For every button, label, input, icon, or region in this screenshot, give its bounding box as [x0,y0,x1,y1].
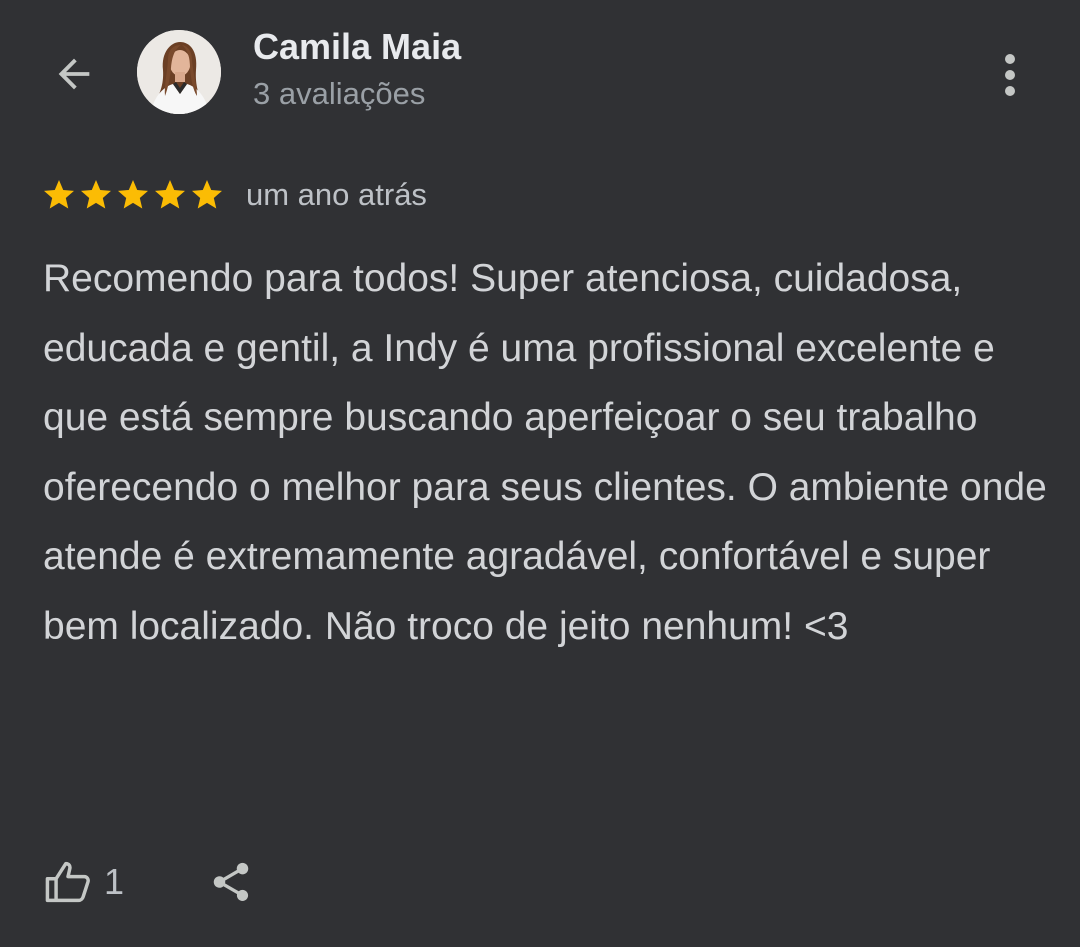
avatar-image [137,30,221,114]
star-icon [118,180,148,209]
action-bar: 1 [42,852,254,912]
star-icon [81,180,111,209]
more-vert-icon [1005,54,1015,96]
star-icon [155,180,185,209]
review-text: Recomendo para todos! Super atenciosa, c… [43,257,1047,648]
thumb-up-icon [45,861,90,903]
arrow-back-icon [58,58,90,90]
reviewer-name[interactable]: Camila Maia [253,24,461,70]
review-count: 3 avaliações [253,76,426,111]
like-count: 1 [104,861,125,902]
review-detail-page: Camila Maia 3 avaliações um ano atrás Re… [0,0,1080,947]
review-time: um ano atrás [246,177,427,212]
share-button[interactable] [208,859,254,905]
avatar[interactable] [137,30,221,114]
share-icon [213,862,249,902]
like-button[interactable]: 1 [42,856,124,908]
star-icon [44,180,74,209]
star-icon [192,180,222,209]
star-rating [41,177,226,213]
back-button[interactable] [46,46,102,102]
more-options-button[interactable] [988,48,1032,102]
rating-row: um ano atrás [41,174,427,216]
